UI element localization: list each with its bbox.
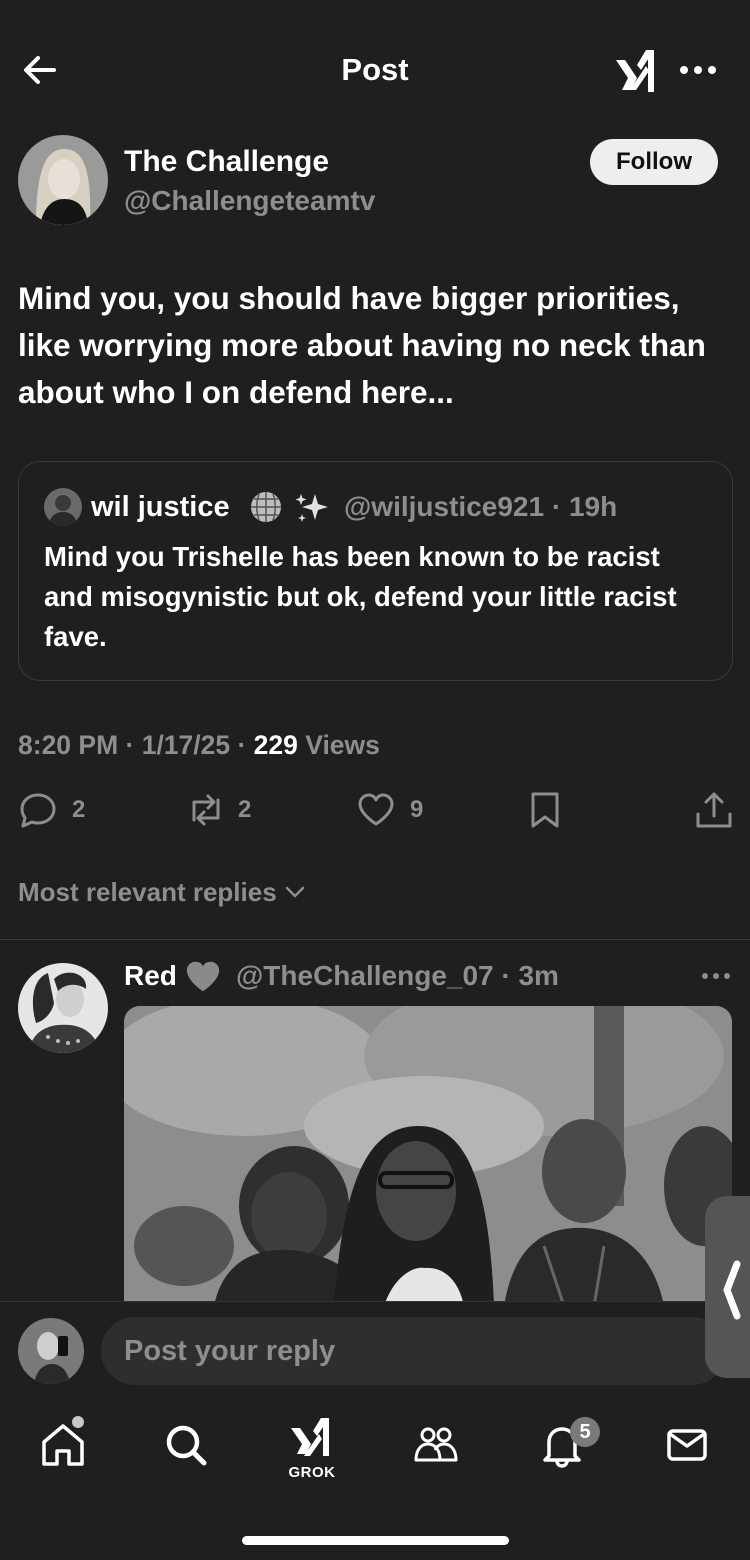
author-name[interactable]: The Challenge: [124, 142, 329, 182]
quote-author-avatar: [44, 488, 82, 526]
reply-action[interactable]: 2: [18, 790, 85, 830]
notifications-badge: 5: [570, 1417, 600, 1447]
reply-icon: [18, 790, 58, 830]
like-count: 9: [410, 796, 424, 823]
replies-sort-label: Most relevant replies: [18, 877, 277, 907]
home-icon[interactable]: [38, 1420, 88, 1470]
reply-input[interactable]: Post your reply: [101, 1317, 726, 1385]
repost-count: 2: [238, 796, 252, 823]
reply-author-avatar[interactable]: [18, 963, 108, 1053]
messages-icon[interactable]: [662, 1420, 712, 1470]
current-user-avatar[interactable]: [18, 1318, 84, 1384]
communities-icon[interactable]: [411, 1420, 461, 1470]
post-timestamp: 8:20 PM · 1/17/25 ·: [18, 730, 254, 760]
repost-action[interactable]: 2: [184, 790, 251, 830]
author-avatar[interactable]: [18, 135, 108, 225]
views-count: 229: [253, 730, 298, 760]
grok-label: GROK: [288, 1464, 336, 1481]
home-notification-dot: [72, 1416, 84, 1428]
share-icon: [694, 790, 734, 830]
home-indicator[interactable]: [242, 1536, 509, 1545]
post-timestamp-views: 8:20 PM · 1/17/25 · 229 Views: [18, 725, 380, 765]
disco-ball-icon: [247, 489, 285, 525]
xai-logo-icon[interactable]: [610, 46, 660, 94]
search-icon[interactable]: [161, 1420, 211, 1470]
grok-icon[interactable]: [287, 1416, 337, 1466]
reply-author-name[interactable]: Red: [124, 956, 177, 996]
author-handle[interactable]: @Challengeteamtv: [124, 182, 375, 220]
replies-sort-dropdown[interactable]: Most relevant replies: [18, 872, 307, 912]
repost-icon: [184, 790, 224, 830]
reply-handle-time[interactable]: @TheChallenge_07 · 3m: [236, 956, 559, 996]
divider: [0, 939, 750, 940]
side-panel-handle[interactable]: [705, 1196, 750, 1378]
bookmark-icon: [525, 790, 565, 830]
heart-icon: [356, 790, 396, 830]
more-dots-icon[interactable]: [676, 50, 720, 90]
reply-media-image[interactable]: [124, 1006, 732, 1306]
grey-heart-icon: [184, 958, 222, 996]
quote-author-name: wil justice: [91, 491, 230, 523]
top-bar: Post: [0, 0, 750, 130]
reply-count: 2: [72, 796, 86, 823]
bookmark-action[interactable]: [525, 790, 565, 830]
sparkles-icon: [293, 490, 331, 526]
quote-handle-time: @wiljustice921 · 19h: [344, 491, 618, 522]
chevron-down-icon: [283, 880, 307, 904]
like-action[interactable]: 9: [356, 790, 423, 830]
more-dots-icon[interactable]: [698, 960, 734, 992]
follow-button[interactable]: Follow: [590, 139, 718, 185]
post-text: Mind you, you should have bigger priorit…: [18, 280, 706, 410]
views-label: Views: [297, 730, 380, 760]
quote-text: Mind you Trishelle has been known to be …: [44, 541, 677, 652]
share-action[interactable]: [694, 790, 734, 830]
